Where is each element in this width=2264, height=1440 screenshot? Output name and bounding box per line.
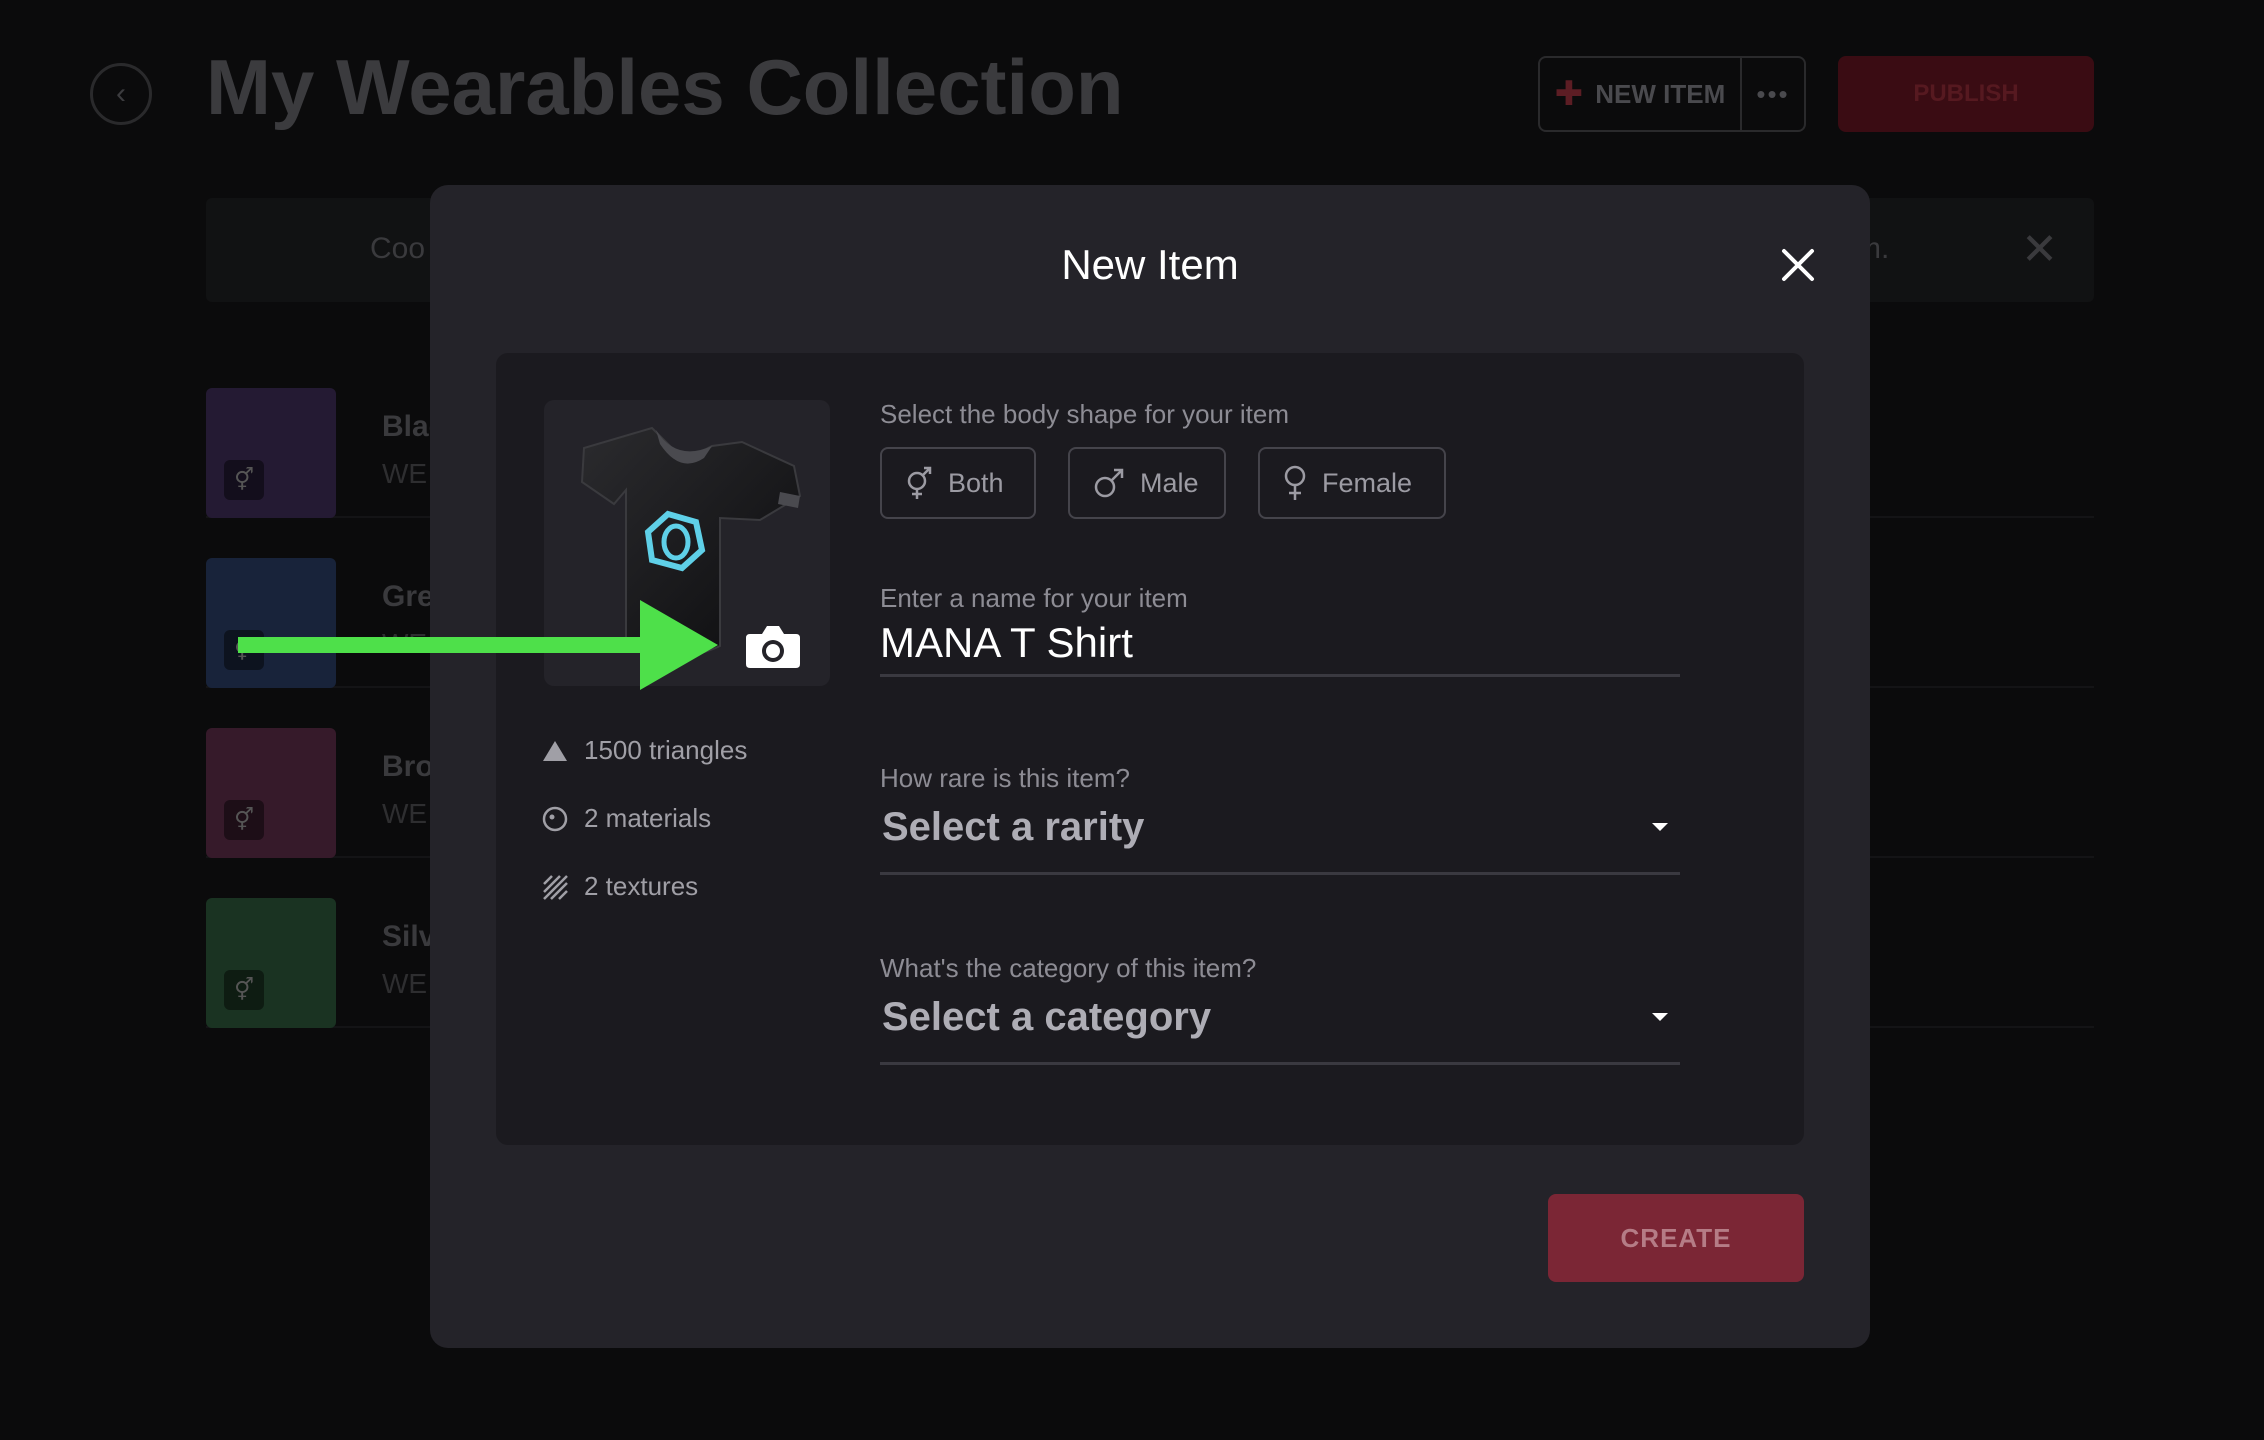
- new-item-button-group: ✚ NEW ITEM •••: [1538, 56, 1806, 132]
- close-button[interactable]: [1770, 237, 1826, 293]
- both-label: Both: [948, 467, 1004, 498]
- item-name: Bro: [382, 750, 434, 783]
- materials-stat: 2 materials: [542, 803, 711, 834]
- modal-body: 1500 triangles 2 materials 2 textures Se…: [496, 353, 1804, 1145]
- body-shape-male-button[interactable]: Male: [1068, 447, 1226, 519]
- more-options-button[interactable]: •••: [1742, 58, 1804, 130]
- notice-close-icon[interactable]: ✕: [2021, 224, 2058, 275]
- male-icon: [1094, 468, 1124, 498]
- body-shape-female-button[interactable]: Female: [1258, 447, 1446, 519]
- material-icon: [542, 806, 568, 831]
- caret-down-icon: [1652, 823, 1668, 831]
- triangles-text: 1500 triangles: [584, 735, 748, 765]
- texture-icon: [543, 874, 568, 900]
- annotation-arrow-icon: [238, 600, 718, 690]
- category-placeholder: Select a category: [882, 995, 1212, 1039]
- create-button[interactable]: CREATE: [1548, 1194, 1804, 1282]
- female-icon: [1284, 465, 1306, 500]
- notice-text: Coo: [370, 232, 426, 265]
- back-button[interactable]: ‹: [90, 63, 152, 125]
- item-type: WE: [382, 798, 428, 829]
- item-type: WE: [382, 968, 428, 999]
- male-label: Male: [1140, 467, 1199, 498]
- materials-text: 2 materials: [584, 803, 712, 833]
- chevron-left-icon: ‹: [116, 77, 126, 110]
- item-name-label: Enter a name for your item: [880, 583, 1188, 613]
- item-name-input[interactable]: [880, 611, 1680, 677]
- category-label: What's the category of this item?: [880, 953, 1257, 983]
- body-shape-label: Select the body shape for your item: [880, 399, 1290, 429]
- item-type: WE: [382, 458, 428, 489]
- item-thumbnail: ⚥: [206, 728, 336, 858]
- publish-button[interactable]: PUBLISH: [1838, 56, 2094, 132]
- close-icon: [1782, 249, 1814, 281]
- camera-icon: [746, 626, 800, 668]
- page-title: My Wearables Collection: [206, 43, 1124, 131]
- body-shape-both-button[interactable]: Both: [880, 447, 1036, 519]
- unisex-icon: ⚥: [224, 460, 264, 500]
- caret-down-icon: [1652, 1013, 1668, 1021]
- new-item-label: NEW ITEM: [1595, 78, 1726, 109]
- unisex-icon: ⚥: [224, 970, 264, 1010]
- unisex-icon: ⚥: [224, 800, 264, 840]
- camera-button[interactable]: [744, 622, 802, 670]
- female-label: Female: [1322, 467, 1413, 498]
- category-select[interactable]: Select a category: [880, 989, 1680, 1065]
- modal-title: New Item: [1061, 241, 1239, 288]
- triangle-icon: [543, 740, 567, 761]
- rarity-select[interactable]: Select a rarity: [880, 799, 1680, 875]
- textures-text: 2 textures: [584, 871, 699, 901]
- rarity-label: How rare is this item?: [880, 763, 1130, 793]
- item-thumbnail: ⚥: [206, 388, 336, 518]
- unisex-icon: [907, 466, 932, 499]
- plus-icon: ✚: [1554, 75, 1584, 113]
- rarity-placeholder: Select a rarity: [882, 805, 1145, 849]
- triangles-stat: 1500 triangles: [542, 735, 747, 766]
- item-name: Silv: [382, 920, 436, 953]
- textures-stat: 2 textures: [542, 871, 698, 902]
- new-item-modal: New Item 1500 triangles 2 materials 2 te…: [430, 185, 1870, 1348]
- item-thumbnail: ⚥: [206, 898, 336, 1028]
- new-item-button[interactable]: ✚ NEW ITEM: [1540, 58, 1742, 130]
